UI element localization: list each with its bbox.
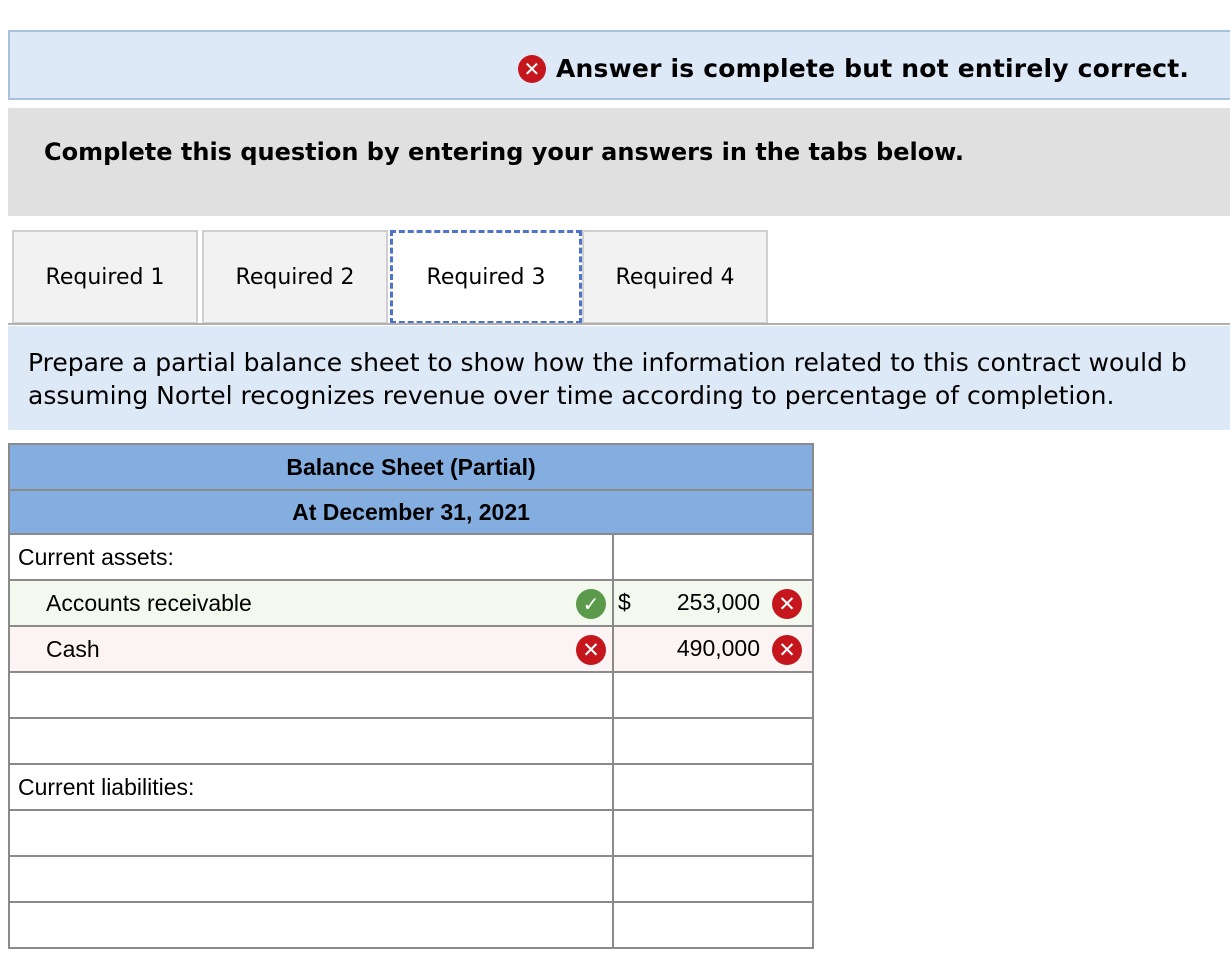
tab-required-3[interactable]: Required 3 <box>390 230 582 324</box>
current-liabilities-label: Current liabilities: <box>18 773 195 800</box>
question-description: Prepare a partial balance sheet to show … <box>8 326 1230 430</box>
result-banner: ✕ Answer is complete but not entirely co… <box>8 30 1230 100</box>
result-message: ✕ Answer is complete but not entirely co… <box>518 54 1189 83</box>
table-row-accounts-receivable: Accounts receivable ✓ $ 253,000 ✕ <box>8 581 814 627</box>
account-name: Cash <box>46 635 100 662</box>
table-row-current-assets: Current assets: <box>8 535 814 581</box>
current-assets-label: Current assets: <box>18 543 174 570</box>
sheet-title: Balance Sheet (Partial) <box>8 443 814 489</box>
tab-label: Required 4 <box>615 264 735 290</box>
x-circle-icon: ✕ <box>772 589 802 619</box>
table-row-empty <box>8 673 814 719</box>
amount-value: 490,000 <box>676 635 760 661</box>
amount-input-cell[interactable] <box>614 811 812 855</box>
result-text: Answer is complete but not entirely corr… <box>556 54 1190 83</box>
amount-input-cell[interactable] <box>614 903 812 947</box>
table-row-cash: Cash ✕ 490,000 ✕ <box>8 627 814 673</box>
tab-label: Required 1 <box>45 264 165 290</box>
account-select-cell[interactable] <box>10 857 614 901</box>
instructions-panel: Complete this question by entering your … <box>8 108 1230 216</box>
account-select-cell[interactable] <box>10 811 614 855</box>
sheet-date: At December 31, 2021 <box>8 489 814 535</box>
currency-symbol: $ <box>618 589 631 615</box>
tab-label: Required 3 <box>426 264 546 290</box>
balance-sheet-table: Balance Sheet (Partial) At December 31, … <box>8 443 814 949</box>
amount-cell[interactable] <box>614 765 812 809</box>
table-row-current-liabilities: Current liabilities: <box>8 765 814 811</box>
label-cell: Current assets: <box>10 535 614 579</box>
check-circle-icon: ✓ <box>576 589 606 619</box>
x-circle-icon: ✕ <box>772 635 802 665</box>
description-text: Prepare a partial balance sheet to show … <box>28 346 1230 412</box>
amount-cell[interactable] <box>614 535 812 579</box>
table-row-empty <box>8 719 814 765</box>
account-select-cell[interactable]: Accounts receivable ✓ <box>10 581 614 625</box>
account-select-cell[interactable]: Cash ✕ <box>10 627 614 671</box>
table-row-empty <box>8 857 814 903</box>
description-line-1: Prepare a partial balance sheet to show … <box>28 348 1187 377</box>
tab-required-1[interactable]: Required 1 <box>12 230 198 324</box>
amount-input-cell[interactable]: $ 253,000 ✕ <box>614 581 812 625</box>
tab-divider <box>8 323 1230 325</box>
amount-input-cell[interactable] <box>614 719 812 763</box>
table-row-empty <box>8 903 814 949</box>
amount-input-cell[interactable] <box>614 673 812 717</box>
amount-value: 253,000 <box>676 589 760 615</box>
amount-input-cell[interactable]: 490,000 ✕ <box>614 627 812 671</box>
label-cell: Current liabilities: <box>10 765 614 809</box>
amount-input-cell[interactable] <box>614 857 812 901</box>
table-row-empty <box>8 811 814 857</box>
tab-required-2[interactable]: Required 2 <box>202 230 388 324</box>
instructions-text: Complete this question by entering your … <box>44 138 964 166</box>
x-circle-icon: ✕ <box>518 54 546 83</box>
account-select-cell[interactable] <box>10 719 614 763</box>
tab-label: Required 2 <box>235 264 355 290</box>
x-circle-icon: ✕ <box>576 635 606 665</box>
account-select-cell[interactable] <box>10 903 614 947</box>
tab-required-4[interactable]: Required 4 <box>582 230 768 324</box>
description-line-2: assuming Nortel recognizes revenue over … <box>28 381 1115 410</box>
account-name: Accounts receivable <box>46 589 252 616</box>
account-select-cell[interactable] <box>10 673 614 717</box>
